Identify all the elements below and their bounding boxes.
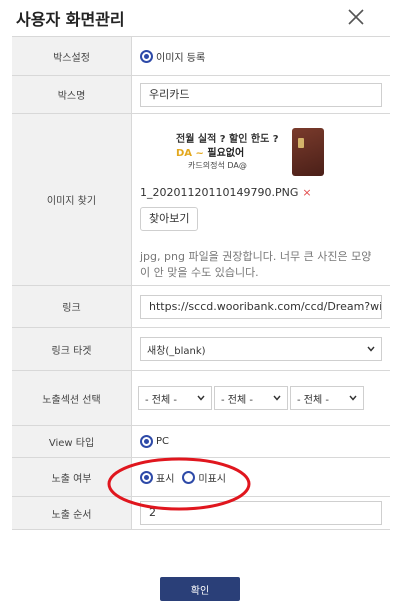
exposure-select-1[interactable]: - 전체 - <box>138 386 212 410</box>
order-input[interactable]: 2 <box>140 501 382 525</box>
box-setting-value: 이미지 등록 <box>132 37 390 75</box>
chevron-down-icon <box>367 346 375 352</box>
banner-image: 전월 실적 ? 할인 한도 ? DA ~ 필요없어 카드의정석 DA@ <box>174 126 324 178</box>
link-label: 링크 <box>12 286 132 327</box>
link-target-select[interactable]: 새창(_blank) <box>140 337 382 361</box>
link-target-selected: 새창(_blank) <box>147 345 206 357</box>
exposure-select-2[interactable]: - 전체 - <box>214 386 288 410</box>
banner-line3: 카드의정석 DA@ <box>188 161 247 170</box>
row-image: 이미지 찾기 전월 실적 ? 할인 한도 ? DA ~ 필요없어 카드의정석 D… <box>12 114 390 286</box>
display-label: 노출 여부 <box>12 458 132 496</box>
banner-highlight: DA ~ <box>176 148 204 159</box>
box-name-label: 박스명 <box>12 76 132 113</box>
display-value: 표시 미표시 <box>132 458 390 496</box>
link-target-value: 새창(_blank) <box>132 328 390 370</box>
banner-line2: DA ~ 필요없어 <box>176 144 244 159</box>
exposure-select-2-value: - 전체 - <box>221 394 253 406</box>
link-value: https://sccd.wooribank.com/ccd/Dream?wit… <box>132 286 390 327</box>
link-input[interactable]: https://sccd.wooribank.com/ccd/Dream?wit… <box>140 294 382 319</box>
image-hint: jpg, png 파일을 권장합니다. 너무 큰 사진은 모양이 안 맞을 수도… <box>140 250 372 279</box>
row-link: 링크 https://sccd.wooribank.com/ccd/Dream?… <box>12 286 390 328</box>
card-image <box>292 128 324 176</box>
image-value: 전월 실적 ? 할인 한도 ? DA ~ 필요없어 카드의정석 DA@ 1_20… <box>132 114 390 285</box>
file-row: 1_20201120110149790.PNG × <box>140 186 312 199</box>
row-view-type: View 타입 PC <box>12 426 390 458</box>
box-setting-label: 박스설정 <box>12 37 132 75</box>
exposure-section-value: - 전체 - - 전체 - - 전체 - <box>132 371 390 425</box>
chevron-down-icon <box>197 395 205 401</box>
remove-file-icon[interactable]: × <box>302 186 311 199</box>
chevron-down-icon <box>349 395 357 401</box>
confirm-button[interactable]: 확인 <box>160 577 240 601</box>
exposure-section-label: 노출섹션 선택 <box>12 371 132 425</box>
radio-checked-icon <box>140 435 153 448</box>
find-file-button[interactable]: 찾아보기 <box>140 207 199 231</box>
radio-pc-label: PC <box>156 436 170 447</box>
chevron-down-icon <box>273 395 281 401</box>
link-target-label: 링크 타겟 <box>12 328 132 370</box>
row-link-target: 링크 타겟 새창(_blank) <box>12 328 390 371</box>
radio-checked-icon <box>140 470 153 484</box>
view-type-label: View 타입 <box>12 426 132 457</box>
modal-title: 사용자 화면관리 <box>16 10 125 29</box>
row-box-setting: 박스설정 이미지 등록 <box>12 37 390 76</box>
row-order: 노출 순서 2 <box>12 497 390 530</box>
close-icon[interactable] <box>346 7 366 27</box>
card-chip <box>298 138 304 148</box>
file-name: 1_20201120110149790.PNG <box>140 186 299 199</box>
order-value: 2 <box>132 497 390 529</box>
box-name-value: 우리카드 <box>132 76 390 113</box>
row-display: 노출 여부 표시 미표시 <box>12 458 390 497</box>
exposure-select-3[interactable]: - 전체 - <box>290 386 364 410</box>
modal-header: 사용자 화면관리 <box>0 0 400 36</box>
exposure-select-1-value: - 전체 - <box>145 394 177 406</box>
view-type-value: PC <box>132 426 390 457</box>
exposure-select-3-value: - 전체 - <box>297 394 329 406</box>
radio-image-register[interactable]: 이미지 등록 <box>140 49 205 64</box>
row-box-name: 박스명 우리카드 <box>12 76 390 114</box>
radio-unchecked-icon <box>182 470 196 484</box>
radio-hide-label: 미표시 <box>198 473 227 485</box>
order-label: 노출 순서 <box>12 497 132 529</box>
radio-show-label: 표시 <box>156 473 175 485</box>
radio-show[interactable]: 표시 <box>140 470 174 485</box>
radio-checked-icon <box>140 49 153 63</box>
row-exposure-section: 노출섹션 선택 - 전체 - - 전체 - - 전체 - <box>12 371 390 426</box>
radio-hide[interactable]: 미표시 <box>182 470 226 485</box>
settings-form: 박스설정 이미지 등록 박스명 우리카드 이미지 찾기 전월 실적 ? 할인 한… <box>12 36 390 530</box>
banner-line1: 전월 실적 ? 할인 한도 ? <box>176 134 279 145</box>
banner-line2-rest: 필요없어 <box>203 148 245 159</box>
radio-image-register-label: 이미지 등록 <box>156 52 206 64</box>
image-label: 이미지 찾기 <box>12 114 132 285</box>
radio-pc[interactable]: PC <box>140 435 169 448</box>
box-name-input[interactable]: 우리카드 <box>140 82 382 107</box>
